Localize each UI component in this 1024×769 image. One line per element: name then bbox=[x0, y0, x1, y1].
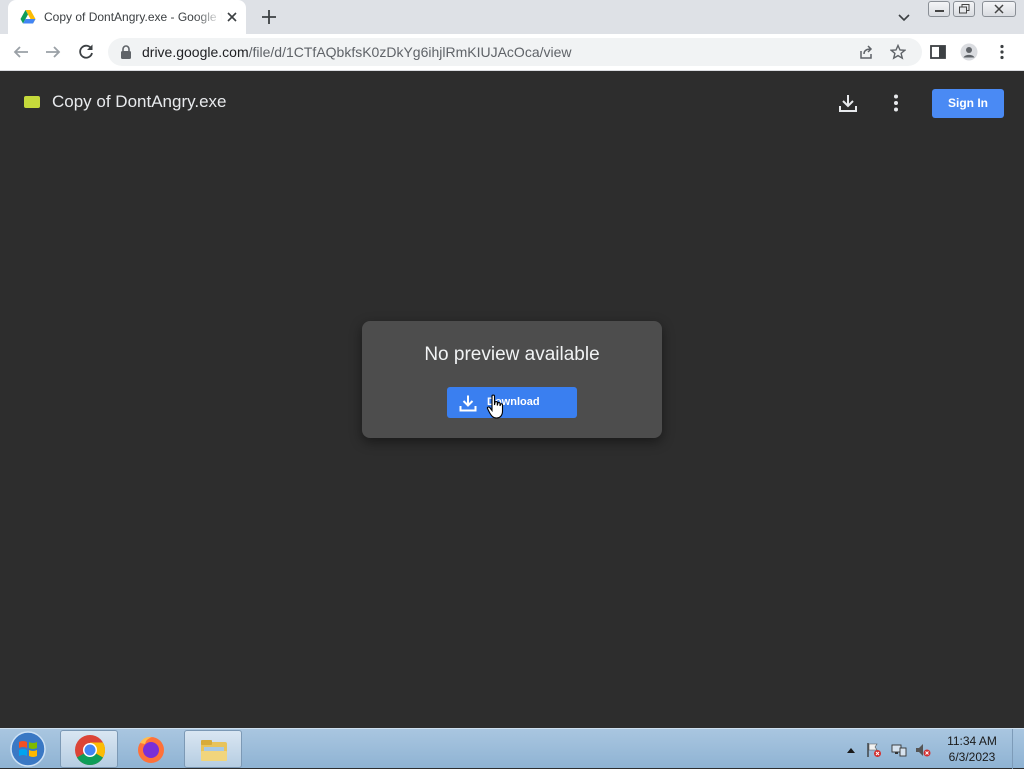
download-button[interactable]: Download bbox=[447, 387, 577, 418]
close-window-button[interactable] bbox=[982, 1, 1016, 17]
tab-strip: Copy of DontAngry.exe - Google Drive bbox=[0, 0, 1024, 34]
address-bar[interactable]: drive.google.com/file/d/1CTfAQbkfsK0zDkY… bbox=[108, 38, 922, 66]
taskbar-firefox[interactable] bbox=[122, 730, 180, 768]
bookmark-star-icon[interactable] bbox=[890, 44, 906, 60]
tab-title: Copy of DontAngry.exe - Google Drive bbox=[44, 10, 222, 24]
share-icon[interactable] bbox=[858, 44, 874, 60]
sign-in-button[interactable]: Sign In bbox=[932, 89, 1004, 118]
drive-viewer-header: Copy of DontAngry.exe Sign In bbox=[0, 72, 1024, 134]
windows-taskbar: 11:34 AM 6/3/2023 bbox=[0, 728, 1024, 769]
browser-tab[interactable]: Copy of DontAngry.exe - Google Drive bbox=[8, 0, 246, 34]
download-icon[interactable] bbox=[838, 93, 858, 113]
start-button-icon[interactable] bbox=[4, 730, 52, 768]
more-options-icon[interactable] bbox=[886, 93, 906, 113]
close-window-icon bbox=[994, 4, 1004, 14]
file-type-icon bbox=[24, 96, 40, 108]
profile-avatar-icon[interactable] bbox=[960, 43, 978, 61]
url-path: /file/d/1CTfAQbkfsK0zDkYg6ihjlRmKIUJAcOc… bbox=[248, 44, 572, 60]
show-desktop-button[interactable] bbox=[1012, 729, 1024, 769]
show-hidden-icons-arrow-icon[interactable] bbox=[843, 742, 859, 758]
lock-icon[interactable] bbox=[120, 45, 132, 59]
minimize-icon bbox=[935, 10, 944, 12]
close-tab-icon[interactable] bbox=[224, 9, 240, 25]
hand-pointer-cursor-icon bbox=[486, 394, 504, 419]
taskbar-chrome[interactable] bbox=[60, 730, 118, 768]
network-icon[interactable] bbox=[891, 742, 907, 758]
clock-time: 11:34 AM bbox=[947, 734, 997, 748]
url-text[interactable]: drive.google.com/file/d/1CTfAQbkfsK0zDkY… bbox=[142, 44, 572, 60]
download-button-icon bbox=[459, 395, 477, 412]
restore-icon bbox=[959, 4, 970, 14]
no-preview-card: No preview available Download bbox=[362, 321, 662, 438]
forward-arrow-icon[interactable] bbox=[44, 43, 62, 61]
file-title: Copy of DontAngry.exe bbox=[52, 92, 227, 111]
url-host: drive.google.com bbox=[142, 44, 249, 60]
google-drive-icon bbox=[20, 10, 36, 24]
back-arrow-icon[interactable] bbox=[12, 43, 30, 61]
firefox-icon bbox=[138, 736, 164, 763]
side-panel-icon[interactable] bbox=[929, 43, 947, 61]
reload-icon[interactable] bbox=[77, 43, 95, 61]
browser-toolbar: drive.google.com/file/d/1CTfAQbkfsK0zDkY… bbox=[0, 34, 1024, 71]
restore-button[interactable] bbox=[953, 1, 975, 17]
file-explorer-icon bbox=[201, 740, 227, 761]
action-center-flag-icon[interactable] bbox=[866, 742, 882, 758]
volume-muted-icon[interactable] bbox=[915, 742, 931, 758]
no-preview-message: No preview available bbox=[424, 344, 600, 365]
new-tab-icon[interactable] bbox=[260, 8, 278, 26]
tab-search-chevron-icon[interactable] bbox=[896, 9, 912, 25]
taskbar-file-explorer[interactable] bbox=[184, 730, 242, 768]
browser-menu-icon[interactable] bbox=[993, 43, 1011, 61]
system-clock[interactable]: 11:34 AM 6/3/2023 bbox=[940, 733, 1004, 765]
chrome-icon bbox=[75, 735, 106, 766]
minimize-button[interactable] bbox=[928, 1, 950, 17]
clock-date: 6/3/2023 bbox=[948, 750, 996, 764]
